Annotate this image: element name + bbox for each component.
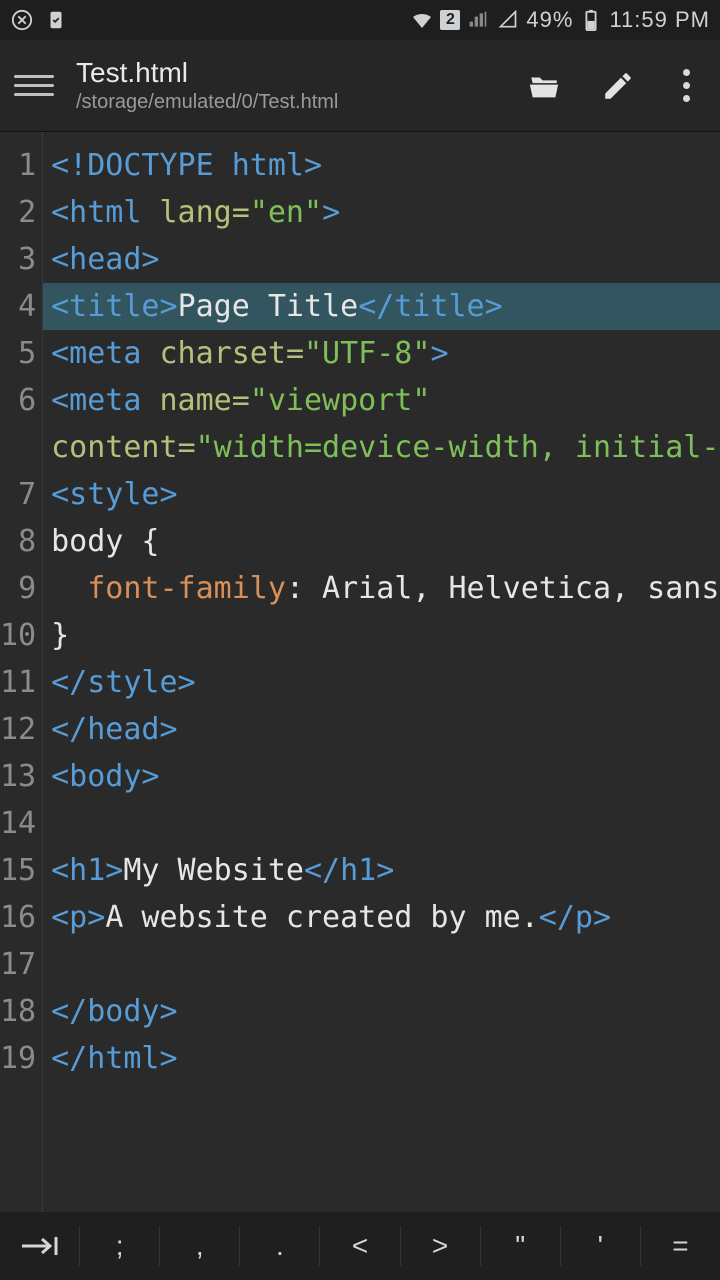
line-number: 6 bbox=[0, 377, 36, 424]
code-editor[interactable]: 12345678910111213141516171819 <!DOCTYPE … bbox=[0, 132, 720, 1212]
signal-icon-2 bbox=[496, 8, 520, 32]
tab-key[interactable] bbox=[0, 1226, 80, 1267]
code-line[interactable]: <!DOCTYPE html> bbox=[51, 142, 720, 189]
line-number: 18 bbox=[0, 988, 36, 1035]
line-number: 1 bbox=[0, 142, 36, 189]
symbol-keyboard-row: ;,.<>"'= bbox=[0, 1212, 720, 1280]
line-number: 10 bbox=[0, 612, 36, 659]
code-content[interactable]: <!DOCTYPE html><html lang="en"><head><ti… bbox=[43, 132, 720, 1212]
status-clock: 11:59 PM bbox=[609, 7, 710, 33]
line-number: 2 bbox=[0, 189, 36, 236]
line-number: 8 bbox=[0, 518, 36, 565]
line-number: 4 bbox=[0, 283, 36, 330]
file-path: /storage/emulated/0/Test.html bbox=[76, 91, 496, 114]
file-title-block[interactable]: Test.html /storage/emulated/0/Test.html bbox=[76, 57, 496, 114]
code-line[interactable]: body { bbox=[51, 518, 720, 565]
symbol-key[interactable]: > bbox=[401, 1226, 481, 1267]
code-line[interactable] bbox=[51, 800, 720, 847]
code-line[interactable] bbox=[51, 941, 720, 988]
code-line[interactable]: <head> bbox=[51, 236, 720, 283]
code-line[interactable]: font-family: Arial, Helvetica, sans-seri… bbox=[51, 565, 720, 612]
wifi-icon bbox=[410, 8, 434, 32]
line-number-gutter: 12345678910111213141516171819 bbox=[0, 132, 43, 1212]
code-line[interactable]: <body> bbox=[51, 753, 720, 800]
line-number: 12 bbox=[0, 706, 36, 753]
symbol-key[interactable]: , bbox=[160, 1226, 240, 1267]
symbol-key[interactable]: ; bbox=[80, 1226, 160, 1267]
line-number: 16 bbox=[0, 894, 36, 941]
line-number: 3 bbox=[0, 236, 36, 283]
code-line[interactable]: </style> bbox=[51, 659, 720, 706]
line-number: 17 bbox=[0, 941, 36, 988]
symbol-key[interactable]: < bbox=[320, 1226, 400, 1267]
code-line[interactable]: <style> bbox=[51, 471, 720, 518]
clipboard-check-icon bbox=[44, 8, 68, 32]
line-number: 9 bbox=[0, 565, 36, 612]
line-number: 7 bbox=[0, 471, 36, 518]
code-line[interactable]: <h1>My Website</h1> bbox=[51, 847, 720, 894]
battery-percentage: 49% bbox=[526, 7, 573, 33]
line-number bbox=[0, 424, 36, 471]
code-line[interactable]: </html> bbox=[51, 1035, 720, 1082]
code-line[interactable]: </head> bbox=[51, 706, 720, 753]
line-number: 11 bbox=[0, 659, 36, 706]
code-line[interactable]: </body> bbox=[51, 988, 720, 1035]
line-number: 13 bbox=[0, 753, 36, 800]
android-status-bar: 2 49% 11:59 PM bbox=[0, 0, 720, 40]
menu-button[interactable] bbox=[14, 75, 54, 96]
line-number: 15 bbox=[0, 847, 36, 894]
open-folder-button[interactable] bbox=[518, 60, 570, 112]
code-line[interactable]: content="width=device-width, initial-sca… bbox=[51, 424, 720, 471]
app-toolbar: Test.html /storage/emulated/0/Test.html bbox=[0, 40, 720, 132]
symbol-key[interactable]: . bbox=[240, 1226, 320, 1267]
file-name: Test.html bbox=[76, 57, 496, 89]
code-line[interactable]: } bbox=[51, 612, 720, 659]
code-line[interactable]: <meta charset="UTF-8"> bbox=[51, 330, 720, 377]
code-line[interactable]: <html lang="en"> bbox=[51, 189, 720, 236]
symbol-key[interactable]: " bbox=[481, 1226, 561, 1267]
code-line[interactable]: <title>Page Title</title> bbox=[43, 283, 720, 330]
overflow-menu-button[interactable] bbox=[666, 69, 706, 102]
line-number: 19 bbox=[0, 1035, 36, 1082]
app-notification-icon bbox=[10, 8, 34, 32]
code-line[interactable]: <meta name="viewport" bbox=[51, 377, 720, 424]
battery-icon bbox=[579, 8, 603, 32]
symbol-key[interactable]: ' bbox=[561, 1226, 641, 1267]
signal-icon-1 bbox=[466, 8, 490, 32]
symbol-key[interactable]: = bbox=[641, 1226, 720, 1267]
line-number: 14 bbox=[0, 800, 36, 847]
code-line[interactable]: <p>A website created by me.</p> bbox=[51, 894, 720, 941]
edit-button[interactable] bbox=[592, 60, 644, 112]
line-number: 5 bbox=[0, 330, 36, 377]
sim-badge: 2 bbox=[440, 10, 460, 30]
